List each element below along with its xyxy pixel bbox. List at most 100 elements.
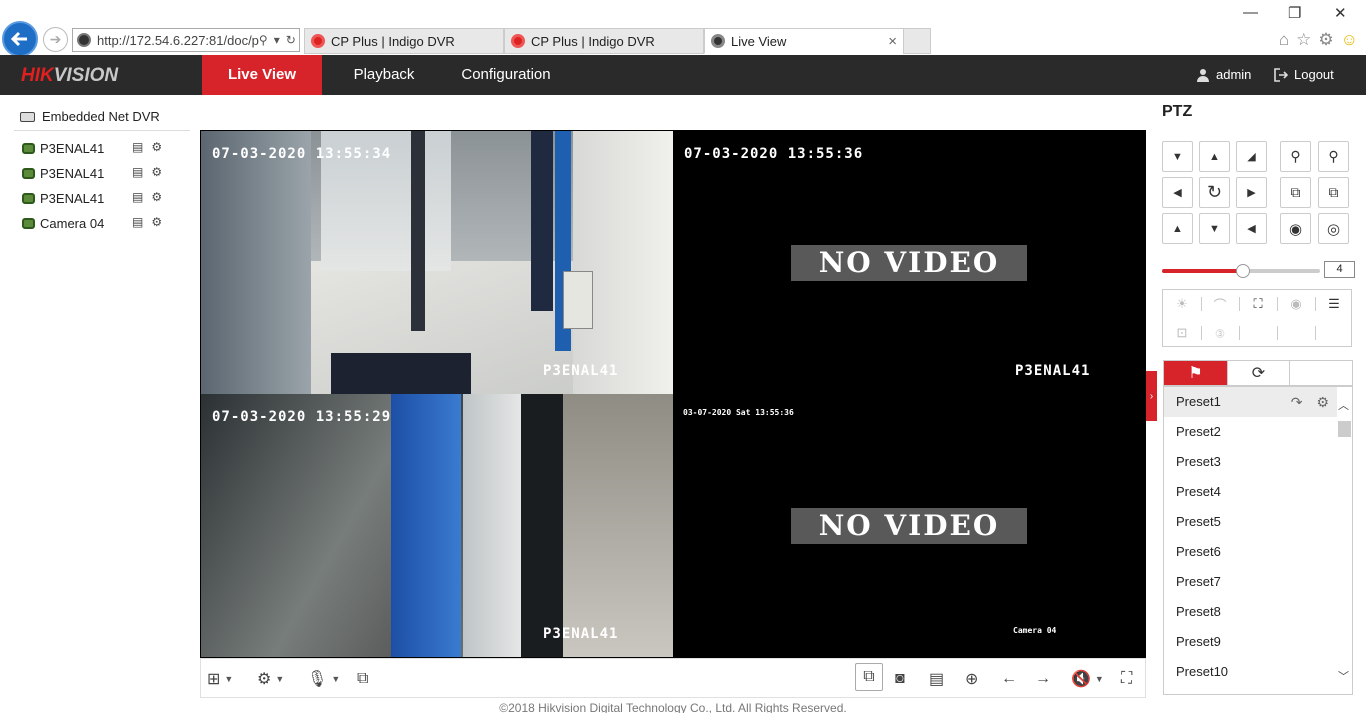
menu-live-view[interactable]: Live View: [202, 55, 322, 95]
two-way-audio-button[interactable]: 🎙 ▼: [307, 668, 340, 690]
record-icon[interactable]: ▤: [132, 140, 143, 154]
preset-item[interactable]: Preset10: [1164, 657, 1337, 687]
device-tree-root[interactable]: Embedded Net DVR: [20, 109, 160, 124]
fullscreen-button[interactable]: ⛶: [1121, 668, 1132, 690]
ptz-down-button[interactable]: ▼: [1199, 213, 1230, 244]
menu-playback[interactable]: Playback: [330, 55, 438, 95]
favorites-star-icon[interactable]: ☆: [1296, 30, 1311, 50]
preset-item[interactable]: Preset2: [1164, 417, 1337, 447]
lens-init-icon[interactable]: ◉: [1277, 290, 1315, 318]
auxiliary-focus-icon[interactable]: ⛶: [1239, 290, 1277, 318]
ptz-down-right-button[interactable]: ◀: [1236, 213, 1267, 244]
record-icon[interactable]: ▤: [132, 215, 143, 229]
preset-item[interactable]: Preset7: [1164, 567, 1337, 597]
stream-settings-icon[interactable]: ⚙: [151, 165, 162, 179]
ptz-up-left-button[interactable]: ▼: [1162, 141, 1193, 172]
pane-camera-name: P3ENAL41: [1015, 363, 1091, 379]
menu-icon[interactable]: ☰: [1315, 290, 1353, 318]
zoom-in-button[interactable]: ⚲: [1318, 141, 1349, 172]
restore-icon[interactable]: ❐: [1288, 4, 1301, 22]
record-icon[interactable]: ▤: [132, 165, 143, 179]
iris-close-button[interactable]: ◎: [1318, 213, 1349, 244]
preset-item[interactable]: Preset9: [1164, 627, 1337, 657]
refresh-icon[interactable]: ↻: [286, 33, 296, 47]
scroll-down-icon[interactable]: ﹀: [1338, 668, 1349, 684]
camera-item[interactable]: Camera 04 ▤ ⚙: [22, 214, 162, 232]
ptz-auto-button[interactable]: ↻: [1199, 177, 1230, 208]
camera-item[interactable]: P3ENAL41 ▤ ⚙: [22, 139, 162, 157]
3d-zoom-icon[interactable]: ⓷: [1201, 319, 1239, 347]
preset-item[interactable]: Preset3: [1164, 447, 1337, 477]
next-page-button[interactable]: →: [1035, 668, 1051, 690]
collapse-panel-button[interactable]: ›: [1146, 371, 1157, 421]
browser-tab-3[interactable]: Live View ×: [704, 28, 904, 54]
stream-settings-icon[interactable]: ⚙: [151, 190, 162, 204]
video-pane-1[interactable]: 07-03-2020 13:55:34 P3ENAL41: [201, 131, 673, 394]
previous-page-button[interactable]: ←: [1001, 668, 1017, 690]
browser-tab-1[interactable]: CP Plus | Indigo DVR: [304, 28, 504, 54]
camera-item[interactable]: P3ENAL41 ▤ ⚙: [22, 164, 162, 182]
ptz-down-left-button[interactable]: ▲: [1162, 213, 1193, 244]
record-icon[interactable]: ▤: [132, 190, 143, 204]
stream-type-button[interactable]: ⚙ ▼: [257, 668, 284, 690]
menu-configuration[interactable]: Configuration: [448, 55, 564, 95]
ptz-speed-slider[interactable]: [1162, 264, 1320, 278]
camera-item[interactable]: P3ENAL41 ▤ ⚙: [22, 189, 162, 207]
home-icon[interactable]: ⌂: [1279, 30, 1289, 50]
focus-far-button[interactable]: ⧉: [1318, 177, 1349, 208]
preset-item[interactable]: Preset4: [1164, 477, 1337, 507]
ptz-up-button[interactable]: ▲: [1199, 141, 1230, 172]
stop-all-preview-button[interactable]: ⧉: [855, 663, 883, 691]
video-pane-2[interactable]: 07-03-2020 13:55:36 NO VIDEO P3ENAL41: [673, 131, 1145, 394]
ezoom-button[interactable]: ⧉: [357, 668, 368, 690]
tab-preset[interactable]: ⚑: [1164, 361, 1227, 385]
preset-item[interactable]: Preset1 ↷ ⚙: [1164, 387, 1337, 417]
iris-close-icon: ◎: [1326, 220, 1341, 238]
preset-item[interactable]: Preset6: [1164, 537, 1337, 567]
dropdown-icon[interactable]: ▾: [274, 33, 280, 47]
stream-settings-icon[interactable]: ⚙: [151, 215, 162, 229]
scroll-thumb[interactable]: [1338, 421, 1351, 437]
window-layout-button[interactable]: ⊞ ▼: [207, 668, 233, 690]
focus-near-button[interactable]: ⧉: [1280, 177, 1311, 208]
user-menu[interactable]: admin: [1196, 67, 1251, 82]
preset-item[interactable]: Preset8: [1164, 597, 1337, 627]
tab-close-icon[interactable]: ×: [888, 33, 897, 50]
search-icon[interactable]: ⚲: [259, 33, 268, 47]
logout-button[interactable]: Logout: [1274, 67, 1334, 82]
set-preset-gear-icon[interactable]: ⚙: [1316, 387, 1329, 417]
close-icon[interactable]: ✕: [1334, 4, 1347, 22]
capture-button[interactable]: ◙: [895, 668, 905, 690]
forward-button[interactable]: ➔: [43, 27, 68, 52]
ptz-left-button[interactable]: ◀: [1162, 177, 1193, 208]
preset-item[interactable]: Preset5: [1164, 507, 1337, 537]
ptz-right-button[interactable]: ▶: [1236, 177, 1267, 208]
digital-zoom-button[interactable]: ⊕: [965, 668, 978, 690]
address-bar[interactable]: http://172.54.6.227:81/doc/p ⚲ ▾ ↻: [72, 28, 300, 52]
ptz-up-right-button[interactable]: ◢: [1236, 141, 1267, 172]
preset-scrollbar[interactable]: ︿ ﹀: [1337, 387, 1352, 694]
browser-tab-2[interactable]: CP Plus | Indigo DVR: [504, 28, 704, 54]
tab-patrol[interactable]: ⟳: [1227, 361, 1290, 385]
stream-settings-icon[interactable]: ⚙: [151, 140, 162, 154]
back-button[interactable]: [2, 21, 38, 57]
iris-open-button[interactable]: ◉: [1280, 213, 1311, 244]
manual-tracking-icon[interactable]: ⊡: [1163, 319, 1201, 347]
arrow-up-left-icon: ▼: [1172, 150, 1183, 163]
minimize-icon[interactable]: —: [1243, 4, 1258, 21]
wiper-icon[interactable]: ⌒: [1201, 290, 1239, 318]
video-pane-3[interactable]: 07-03-2020 13:55:29 P3ENAL41: [201, 394, 673, 657]
volume-button[interactable]: 🔇 ▼: [1071, 668, 1104, 690]
record-all-button[interactable]: ▤: [929, 668, 944, 690]
light-icon[interactable]: ☀: [1163, 290, 1201, 318]
tab-pattern[interactable]: [1290, 361, 1353, 385]
new-tab-button[interactable]: [903, 28, 931, 54]
scroll-up-icon[interactable]: ︿: [1338, 397, 1349, 413]
smiley-feedback-icon[interactable]: ☺: [1341, 30, 1358, 50]
app-header: HIKVISION Live View Playback Configurati…: [0, 55, 1366, 95]
settings-gear-icon[interactable]: ⚙: [1318, 30, 1333, 50]
call-preset-icon[interactable]: ↷: [1291, 387, 1303, 417]
zoom-out-button[interactable]: ⚲: [1280, 141, 1311, 172]
slider-knob[interactable]: [1236, 264, 1250, 278]
video-pane-4[interactable]: 03-07-2020 Sat 13:55:36 NO VIDEO Camera …: [673, 394, 1145, 657]
